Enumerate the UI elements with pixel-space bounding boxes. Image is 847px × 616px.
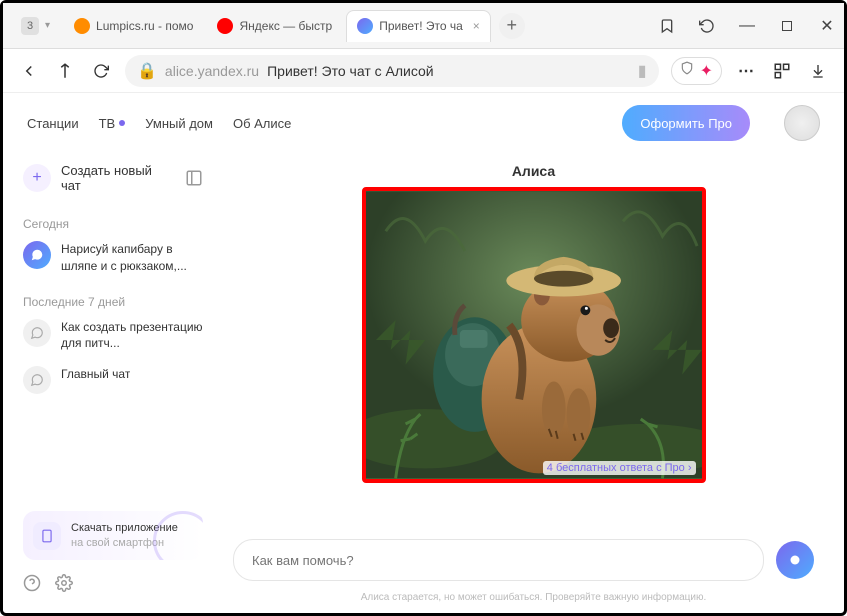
chat-item-text: Главный чат [61, 366, 130, 383]
chat-item-active[interactable]: Нарисуй капибару в шляпе и с рюкзаком,..… [23, 241, 203, 275]
minimize-icon[interactable]: — [738, 17, 756, 35]
chat-bubble-icon [23, 366, 51, 394]
chat-bubble-icon [23, 319, 51, 347]
alice-icon [357, 18, 373, 34]
browser-titlebar: 3 ▾ Lumpics.ru - помо Яндекс — быстр При… [3, 3, 844, 49]
nav-stations[interactable]: Станции [27, 116, 79, 131]
settings-icon[interactable] [55, 574, 73, 597]
address-field[interactable]: 🔒 alice.yandex.ru Привет! Это чат с Алис… [125, 55, 659, 87]
close-tab-icon[interactable]: × [473, 19, 480, 33]
download-app-card[interactable]: Скачать приложение на свой смартфон [23, 511, 203, 560]
tab-badge: 3 [21, 17, 39, 35]
download-icon[interactable] [806, 59, 830, 83]
sparkle-icon: ✦ [700, 61, 713, 81]
input-row [223, 539, 824, 581]
yandex-home-icon[interactable] [53, 59, 77, 83]
tab-label: Яндекс — быстр [239, 19, 332, 33]
section-last7: Последние 7 дней [23, 295, 203, 309]
tab-3-active[interactable]: Привет! Это ча × [346, 10, 491, 42]
chat-input[interactable] [233, 539, 764, 581]
maximize-icon[interactable] [778, 17, 796, 35]
help-icon[interactable] [23, 574, 41, 597]
history-icon[interactable] [698, 17, 716, 35]
shield-icon [680, 61, 694, 80]
site-icon [217, 18, 233, 34]
capybara-illustration [366, 191, 702, 479]
decorative-swirl [153, 511, 203, 560]
tab-2[interactable]: Яндекс — быстр [207, 10, 342, 42]
generated-image[interactable]: 4 бесплатных ответа с Про › [362, 187, 706, 483]
sidebar: + Создать новый чат Сегодня Нарисуй капи… [3, 93, 223, 613]
free-responses-badge[interactable]: 4 бесплатных ответа с Про › [543, 461, 696, 475]
close-window-icon[interactable]: ✕ [818, 17, 836, 35]
url-domain: alice.yandex.ru [165, 63, 259, 79]
address-bar: 🔒 alice.yandex.ru Привет! Это чат с Алис… [3, 49, 844, 93]
tab-label: Lumpics.ru - помо [96, 19, 193, 33]
voice-button[interactable] [776, 541, 814, 579]
badge-dot [119, 120, 125, 126]
chat-item[interactable]: Как создать презентацию для питч... [23, 319, 203, 353]
new-tab-button[interactable]: + [499, 13, 525, 39]
tab-0[interactable]: 3 ▾ [11, 10, 60, 42]
chat-main: Алиса [223, 93, 844, 613]
bookmark-bar-icon[interactable] [658, 17, 676, 35]
more-icon[interactable]: ⋯ [734, 59, 758, 83]
extensions-icon[interactable] [770, 59, 794, 83]
nav-smart-home[interactable]: Умный дом [145, 116, 213, 131]
disclaimer-text: Алиса старается, но может ошибаться. Про… [223, 592, 844, 603]
new-chat-label: Создать новый чат [61, 163, 175, 193]
chat-bubble-icon [23, 241, 51, 269]
section-today: Сегодня [23, 217, 203, 231]
nav-tv[interactable]: ТВ [99, 116, 126, 131]
extension-pill[interactable]: ✦ [671, 57, 722, 85]
plus-icon: + [23, 164, 51, 192]
new-chat-button[interactable]: + Создать новый чат [23, 163, 203, 193]
site-icon [74, 18, 90, 34]
tab-label: Привет! Это ча [379, 19, 463, 33]
chat-item-text: Как создать презентацию для питч... [61, 319, 203, 353]
assistant-name: Алиса [512, 163, 555, 179]
bookmark-icon[interactable]: ▮ [638, 61, 647, 81]
back-button[interactable] [17, 59, 41, 83]
reload-button[interactable] [89, 59, 113, 83]
page-title: Привет! Это чат с Алисой [267, 63, 630, 79]
phone-icon [33, 522, 61, 550]
chat-item-text: Нарисуй капибару в шляпе и с рюкзаком,..… [61, 241, 203, 275]
panel-icon[interactable] [185, 169, 203, 187]
lock-icon: 🔒 [137, 61, 157, 81]
chat-item[interactable]: Главный чат [23, 366, 203, 394]
tab-1[interactable]: Lumpics.ru - помо [64, 10, 203, 42]
chevron-down-icon: ▾ [45, 20, 50, 31]
chevron-right-icon: › [688, 462, 692, 474]
